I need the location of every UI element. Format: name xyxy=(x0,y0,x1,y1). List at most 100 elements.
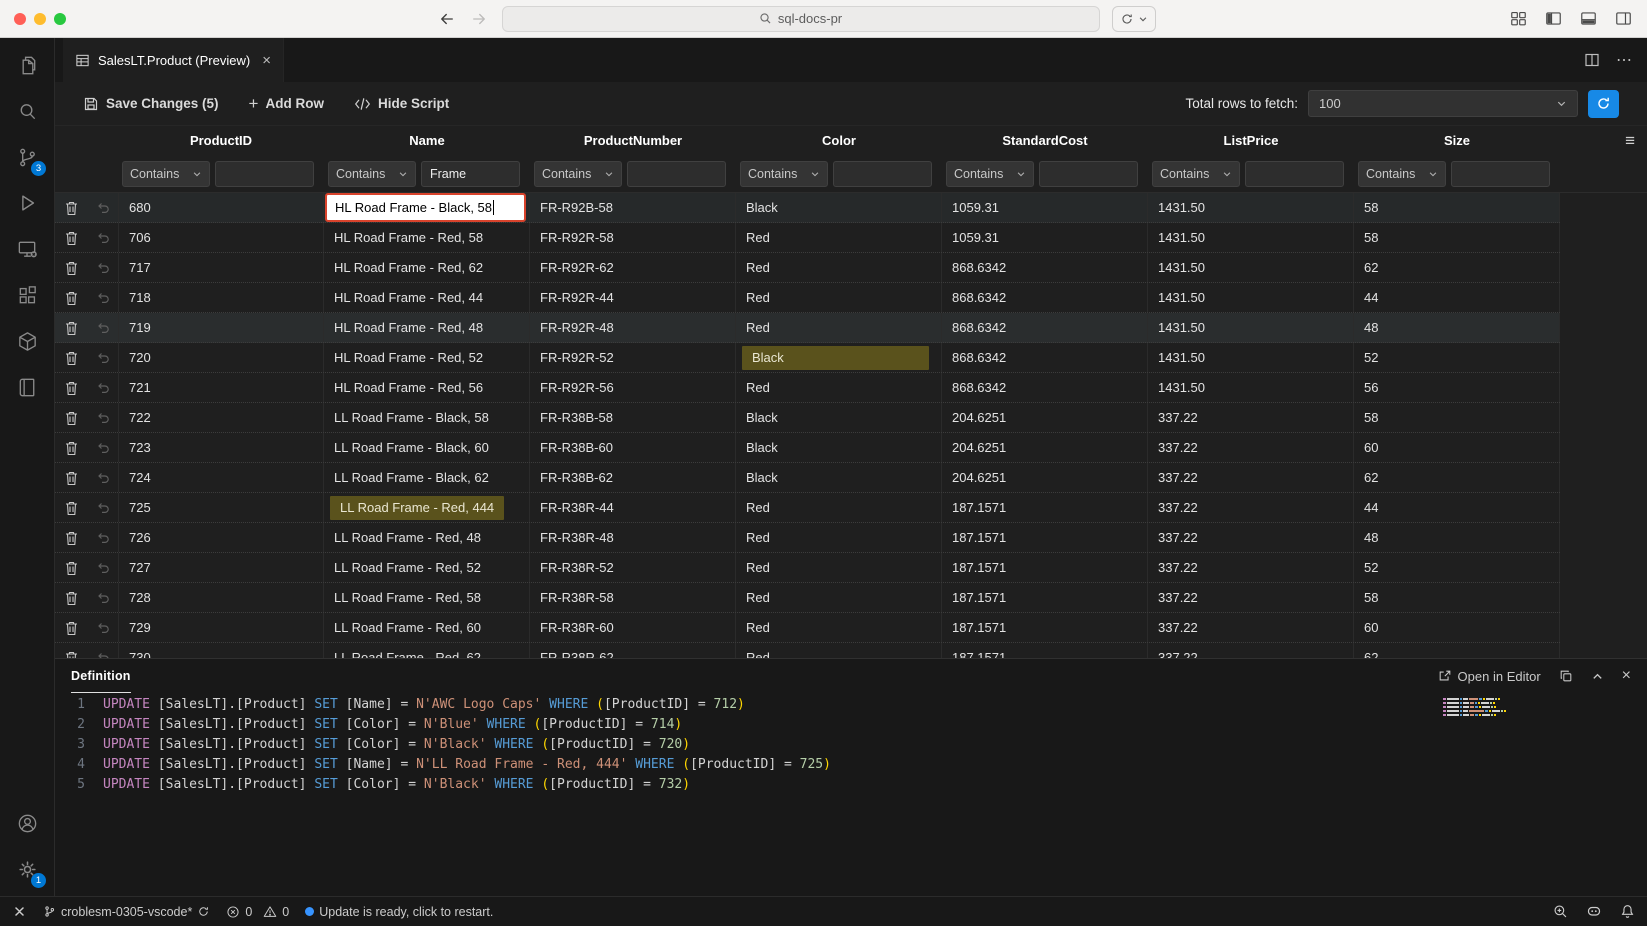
column-header-standardcost[interactable]: StandardCost xyxy=(942,133,1148,148)
delete-row-button[interactable] xyxy=(55,553,88,582)
customize-layout-icon[interactable] xyxy=(1509,9,1528,28)
cell-productnumber[interactable]: FR-R38B-60 xyxy=(530,433,736,462)
split-editor-icon[interactable] xyxy=(1584,52,1600,68)
cell-standardcost[interactable]: 1059.31 xyxy=(942,193,1148,222)
cell-listprice[interactable]: 1431.50 xyxy=(1148,193,1354,222)
cell-listprice[interactable]: 337.22 xyxy=(1148,613,1354,642)
git-branch-item[interactable]: croblesm-0305-vscode* xyxy=(43,905,210,919)
tab-definition[interactable]: Definition xyxy=(71,659,131,693)
cell-color[interactable]: Black xyxy=(736,403,942,432)
delete-row-button[interactable] xyxy=(55,343,88,372)
cell-listprice[interactable]: 1431.50 xyxy=(1148,313,1354,342)
undo-row-icon[interactable] xyxy=(88,643,118,658)
tab-close-icon[interactable]: × xyxy=(262,52,271,69)
filter-operator-productnumber[interactable]: Contains xyxy=(534,161,622,187)
minimize-window-button[interactable] xyxy=(34,13,46,25)
sql-line[interactable]: 5UPDATE [SalesLT].[Product] SET [Color] … xyxy=(55,775,1647,795)
cell-productid[interactable]: 720 xyxy=(118,343,324,372)
cell-listprice[interactable]: 1431.50 xyxy=(1148,283,1354,312)
cell-standardcost[interactable]: 187.1571 xyxy=(942,583,1148,612)
undo-row-icon[interactable] xyxy=(88,223,118,252)
filter-operator-standardcost[interactable]: Contains xyxy=(946,161,1034,187)
sidebar-item-search[interactable] xyxy=(3,88,51,134)
sql-line[interactable]: 3UPDATE [SalesLT].[Product] SET [Color] … xyxy=(55,735,1647,755)
cell-name[interactable]: HL Road Frame - Red, 56 xyxy=(324,373,530,402)
cell-size[interactable]: 52 xyxy=(1354,553,1560,582)
cell-name[interactable]: HL Road Frame - Red, 48 xyxy=(324,313,530,342)
cell-name[interactable]: HL Road Frame - Red, 62 xyxy=(324,253,530,282)
cell-color[interactable]: Red xyxy=(736,373,942,402)
cell-productnumber[interactable]: FR-R92R-48 xyxy=(530,313,736,342)
sidebar-item-extensions[interactable] xyxy=(3,272,51,318)
cell-color[interactable]: Red xyxy=(736,523,942,552)
filter-operator-color[interactable]: Contains xyxy=(740,161,828,187)
cell-productid[interactable]: 727 xyxy=(118,553,324,582)
cell-size[interactable]: 58 xyxy=(1354,223,1560,252)
delete-row-button[interactable] xyxy=(55,403,88,432)
cell-name[interactable]: LL Road Frame - Black, 62 xyxy=(324,463,530,492)
cell-color[interactable]: Red xyxy=(736,643,942,658)
cell-productid[interactable]: 706 xyxy=(118,223,324,252)
cell-productnumber[interactable]: FR-R38R-44 xyxy=(530,493,736,522)
sql-line[interactable]: 4UPDATE [SalesLT].[Product] SET [Name] =… xyxy=(55,755,1647,775)
cell-size[interactable]: 48 xyxy=(1354,523,1560,552)
undo-row-icon[interactable] xyxy=(88,283,118,312)
session-sync-dropdown[interactable] xyxy=(1112,6,1156,32)
cell-listprice[interactable]: 1431.50 xyxy=(1148,223,1354,252)
cell-size[interactable]: 52 xyxy=(1354,343,1560,372)
toggle-panel-icon[interactable] xyxy=(1579,9,1598,28)
column-header-color[interactable]: Color xyxy=(736,133,942,148)
cell-standardcost[interactable]: 868.6342 xyxy=(942,373,1148,402)
cell-name[interactable]: HL Road Frame - Black, 58 xyxy=(324,193,530,222)
cell-listprice[interactable]: 337.22 xyxy=(1148,553,1354,582)
cell-standardcost[interactable]: 187.1571 xyxy=(942,643,1148,658)
cell-color[interactable]: Red xyxy=(736,253,942,282)
cell-name[interactable]: LL Road Frame - Red, 62 xyxy=(324,643,530,658)
undo-row-icon[interactable] xyxy=(88,253,118,282)
cell-productnumber[interactable]: FR-R38B-62 xyxy=(530,463,736,492)
cell-productnumber[interactable]: FR-R38R-52 xyxy=(530,553,736,582)
cell-standardcost[interactable]: 868.6342 xyxy=(942,283,1148,312)
close-window-button[interactable] xyxy=(14,13,26,25)
cell-size[interactable]: 58 xyxy=(1354,583,1560,612)
cell-productid[interactable]: 730 xyxy=(118,643,324,658)
grid-menu-icon[interactable]: ≡ xyxy=(1625,131,1647,151)
cell-name[interactable]: HL Road Frame - Red, 52 xyxy=(324,343,530,372)
cell-productid[interactable]: 717 xyxy=(118,253,324,282)
back-icon[interactable] xyxy=(438,10,456,28)
filter-operator-productid[interactable]: Contains xyxy=(122,161,210,187)
cell-name[interactable]: HL Road Frame - Red, 44 xyxy=(324,283,530,312)
cell-name[interactable]: HL Road Frame - Red, 58 xyxy=(324,223,530,252)
cell-color[interactable]: Black xyxy=(736,343,942,372)
cell-name[interactable]: LL Road Frame - Black, 58 xyxy=(324,403,530,432)
cell-productid[interactable]: 726 xyxy=(118,523,324,552)
undo-row-icon[interactable] xyxy=(88,553,118,582)
cell-productnumber[interactable]: FR-R38R-60 xyxy=(530,613,736,642)
cell-size[interactable]: 60 xyxy=(1354,433,1560,462)
cell-editor[interactable]: HL Road Frame - Black, 58 xyxy=(325,193,526,222)
problems-item[interactable]: 0 0 xyxy=(226,905,289,919)
filter-input-productid[interactable] xyxy=(215,161,314,187)
cell-listprice[interactable]: 337.22 xyxy=(1148,583,1354,612)
sidebar-item-explorer[interactable] xyxy=(3,42,51,88)
cell-productid[interactable]: 728 xyxy=(118,583,324,612)
add-row-button[interactable]: + Add Row xyxy=(249,95,324,112)
cell-productnumber[interactable]: FR-R92R-62 xyxy=(530,253,736,282)
cell-productid[interactable]: 721 xyxy=(118,373,324,402)
filter-input-size[interactable] xyxy=(1451,161,1550,187)
cell-name[interactable]: LL Road Frame - Black, 60 xyxy=(324,433,530,462)
filter-input-productnumber[interactable] xyxy=(627,161,726,187)
toggle-secondary-sidebar-icon[interactable] xyxy=(1614,9,1633,28)
cell-listprice[interactable]: 337.22 xyxy=(1148,463,1354,492)
minimap[interactable] xyxy=(1443,697,1529,717)
cell-color[interactable]: Red xyxy=(736,553,942,582)
delete-row-button[interactable] xyxy=(55,523,88,552)
tab-saleslt-product[interactable]: SalesLT.Product (Preview) × xyxy=(63,38,284,82)
notifications-bell-icon[interactable] xyxy=(1620,904,1635,919)
cell-listprice[interactable]: 337.22 xyxy=(1148,523,1354,552)
undo-row-icon[interactable] xyxy=(88,193,118,222)
undo-row-icon[interactable] xyxy=(88,313,118,342)
delete-row-button[interactable] xyxy=(55,313,88,342)
settings-gear-icon[interactable]: 1 xyxy=(3,846,51,892)
cell-listprice[interactable]: 1431.50 xyxy=(1148,253,1354,282)
